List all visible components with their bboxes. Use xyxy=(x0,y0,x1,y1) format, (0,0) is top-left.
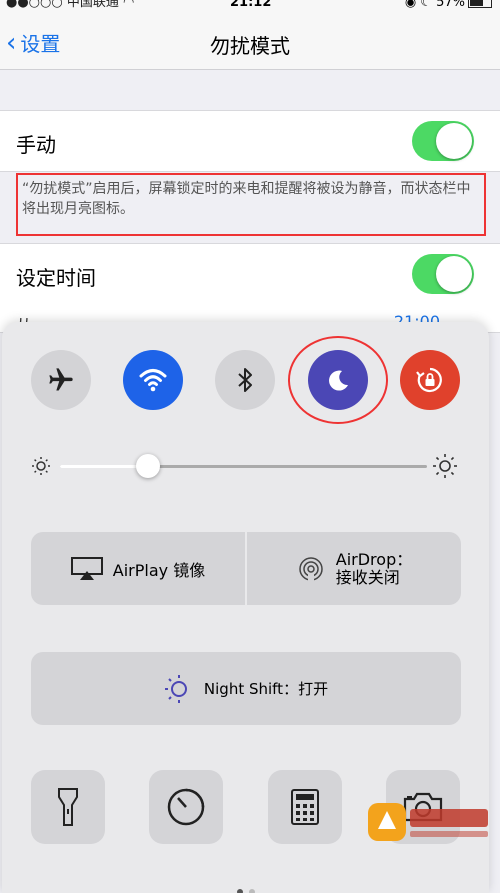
dnd-footnote: “勿扰模式”启用后，屏幕锁定时的来电和提醒将被设为静音，而状态栏中将出现月亮图标… xyxy=(16,173,486,236)
manual-label: 手动 xyxy=(16,133,56,157)
wifi-icon xyxy=(139,369,167,392)
scheduled-label: 设定时间 xyxy=(16,266,96,290)
status-bar: ●●○○○ 中国联通 ◠ 21:12 ◉ ☾ 57% xyxy=(0,0,500,14)
status-time: 21:12 xyxy=(230,0,272,10)
brightness-fill xyxy=(60,465,149,468)
scheduled-toggle[interactable] xyxy=(412,254,474,294)
page-indicator xyxy=(234,880,258,893)
wifi-signal-icon: ◠ xyxy=(123,0,135,10)
night-shift-label: Night Shift：打开 xyxy=(203,680,329,698)
bluetooth-icon xyxy=(238,368,252,392)
airdrop-label: AirDrop： xyxy=(335,549,413,569)
airplay-label: AirPlay 镜像 xyxy=(112,560,206,580)
manual-row: 手动 xyxy=(0,110,500,172)
page-title: 勿扰模式 xyxy=(210,34,290,58)
do-not-disturb-toggle[interactable] xyxy=(308,350,368,410)
flashlight-button[interactable] xyxy=(31,770,105,844)
manual-toggle[interactable] xyxy=(412,121,474,161)
airplay-button[interactable]: AirPlay 镜像 xyxy=(31,532,245,605)
timer-button[interactable] xyxy=(149,770,223,844)
wifi-toggle[interactable] xyxy=(123,350,183,410)
battery-icon xyxy=(468,0,492,8)
calculator-button[interactable] xyxy=(268,770,342,844)
night-shift-button[interactable]: Night Shift：打开 xyxy=(31,652,461,725)
bluetooth-toggle[interactable] xyxy=(215,350,275,410)
flashlight-icon xyxy=(58,788,78,826)
airplane-icon xyxy=(49,368,73,391)
airdrop-button[interactable]: AirDrop： 接收关闭 xyxy=(247,532,461,605)
night-shift-icon xyxy=(164,674,187,703)
navigation-bar: ‹ 设置 勿扰模式 xyxy=(0,14,500,70)
airplane-mode-toggle[interactable] xyxy=(31,350,91,410)
brightness-high-icon xyxy=(433,454,457,478)
rotation-lock-icon xyxy=(416,367,442,393)
airplay-icon xyxy=(70,556,103,580)
airdrop-icon xyxy=(299,556,323,584)
carrier: ●●○○○ 中国联通 ◠ xyxy=(6,0,134,9)
brightness-slider[interactable] xyxy=(60,454,427,478)
moon-status-icon: ☾ xyxy=(420,0,432,10)
site-watermark-logo xyxy=(368,803,488,841)
airdrop-status: 接收关闭 xyxy=(335,567,400,587)
status-right: ◉ ☾ 57% xyxy=(405,0,492,9)
rotation-lock-toggle[interactable] xyxy=(400,350,460,410)
rotation-lock-status-icon: ◉ xyxy=(404,0,417,10)
calculator-icon xyxy=(291,789,319,825)
page-dot xyxy=(237,889,243,893)
moon-icon xyxy=(329,370,348,391)
timer-icon xyxy=(167,788,205,826)
brightness-thumb[interactable] xyxy=(136,454,161,478)
brightness-low-icon xyxy=(32,457,50,475)
page-dot xyxy=(249,889,255,893)
